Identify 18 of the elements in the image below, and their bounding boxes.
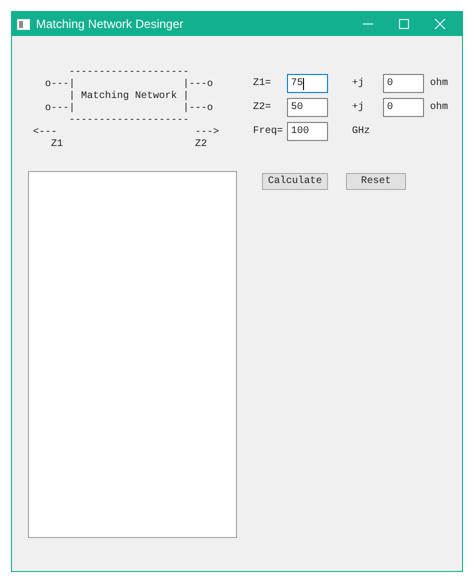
- imaginary-label: +j: [352, 76, 366, 91]
- field-label: Z2=: [253, 101, 272, 115]
- network-diagram: -------------------- o---| |---o | Matching Network | o---| |---o -------------------- <--- ---> Z1 Z2: [33, 67, 220, 151]
- field-label: Z1=: [253, 77, 272, 91]
- input-field[interactable]: 50: [287, 98, 328, 117]
- unit-label: GHz: [352, 125, 370, 139]
- input-field[interactable]: 0: [383, 98, 424, 117]
- field-label: Freq=: [253, 125, 284, 139]
- window-title: Matching Network Desinger: [36, 16, 184, 33]
- calculate-button[interactable]: Calculate: [262, 173, 328, 190]
- unit-label: ohm: [430, 100, 448, 115]
- reset-button[interactable]: Reset: [346, 173, 406, 190]
- unit-label: ohm: [430, 76, 448, 91]
- input-field[interactable]: 100: [287, 122, 328, 141]
- window-icon: [17, 18, 30, 30]
- input-field[interactable]: 0: [383, 74, 424, 93]
- input-field[interactable]: 75: [287, 74, 328, 93]
- imaginary-label: +j: [352, 100, 366, 115]
